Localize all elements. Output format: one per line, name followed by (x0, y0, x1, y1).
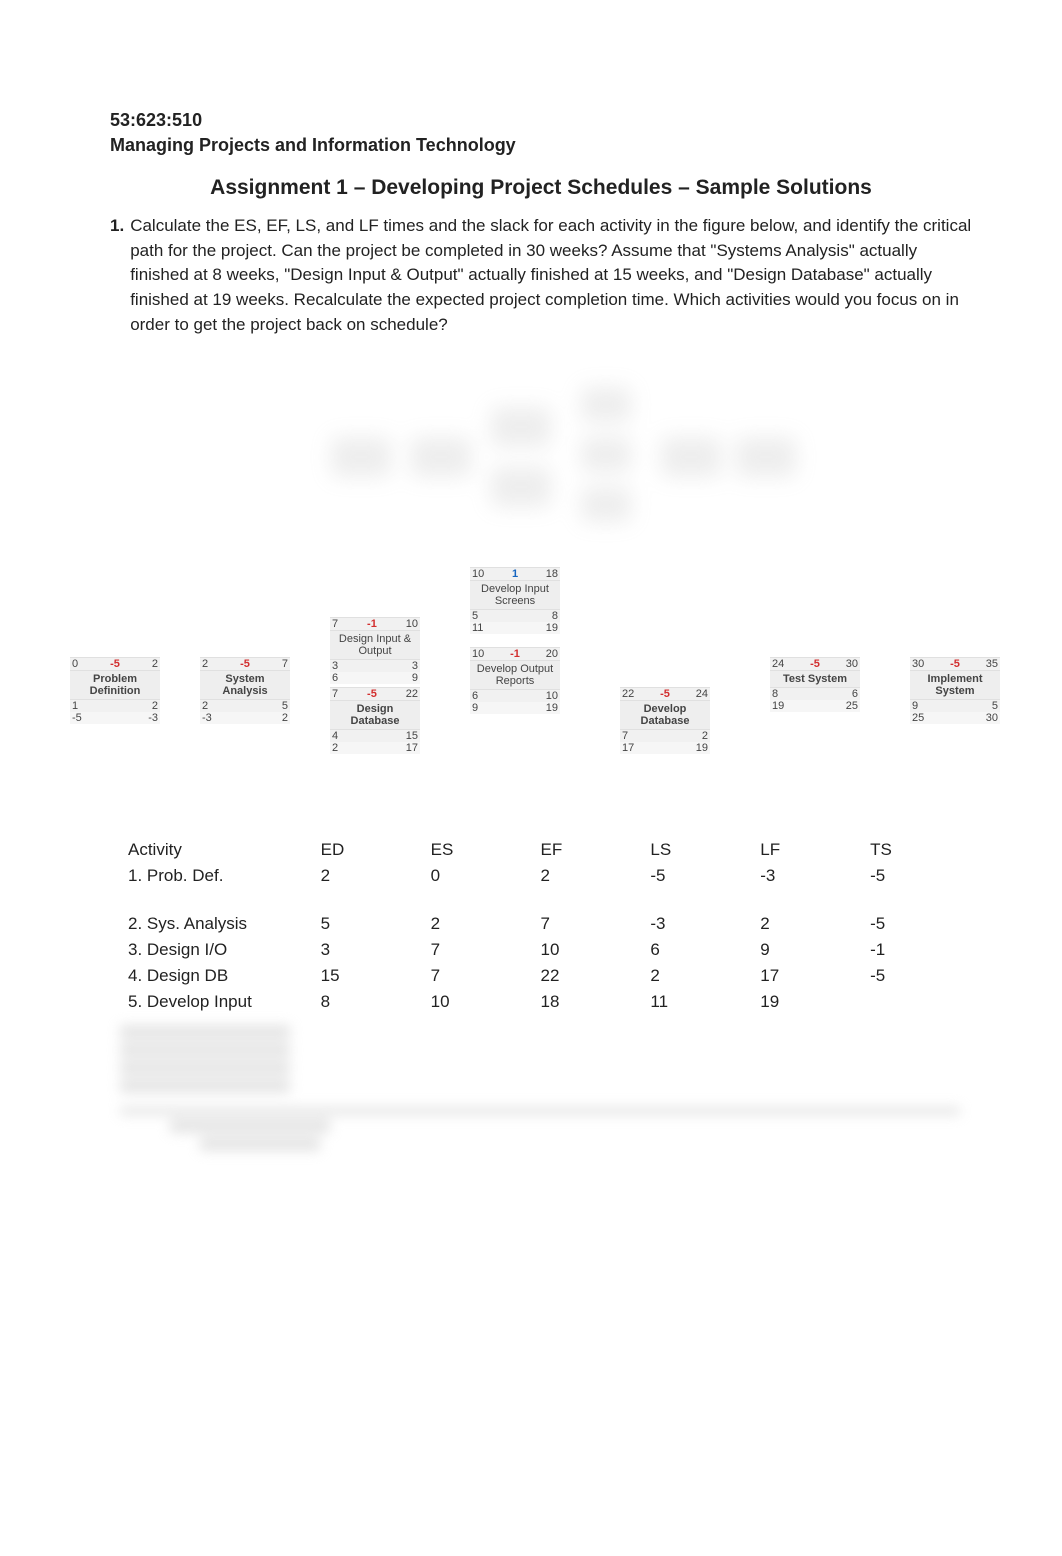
node-system-analysis: 2-57 System Analysis 25 -32 (200, 657, 290, 724)
node-develop-input-screens: 10118 Develop Input Screens 58 1119 (470, 567, 560, 634)
blurred-original-diagram (291, 367, 791, 547)
node-problem-definition: 0-52 Problem Definition 12 -5-3 (70, 657, 160, 724)
node-develop-output-reports: 10-120 Develop Output Reports 610 919 (470, 647, 560, 714)
table-row: 4. Design DB 15 7 22 2 17 -5 (120, 963, 972, 989)
blurred-remaining-content (110, 1025, 972, 1151)
course-code: 53:623:510 (110, 110, 972, 131)
activity-table: Activity ED ES EF LS LF TS 1. Prob. Def.… (120, 837, 972, 1015)
network-diagram: 0-52 Problem Definition 12 -5-3 2-57 Sys… (70, 567, 1030, 807)
node-design-db: 7-522 Design Database 415 217 (330, 687, 420, 754)
table-row: 2. Sys. Analysis 5 2 7 -3 2 -5 (120, 911, 972, 937)
table-row: 1. Prob. Def. 2 0 2 -5 -3 -5 (120, 863, 972, 889)
table-row: 3. Design I/O 3 7 10 6 9 -1 (120, 937, 972, 963)
activity-table-header: Activity ED ES EF LS LF TS (120, 837, 972, 863)
node-implement-system: 30-535 Implement System 95 2530 (910, 657, 1000, 724)
course-title: Managing Projects and Information Techno… (110, 135, 972, 156)
node-design-io: 7-110 Design Input & Output 33 69 (330, 617, 420, 684)
table-row: 5. Develop Input 8 10 18 11 19 (120, 989, 972, 1015)
question-number: 1. (110, 214, 124, 337)
assignment-title: Assignment 1 – Developing Project Schedu… (110, 176, 972, 200)
node-test-system: 24-530 Test System 86 1925 (770, 657, 860, 712)
question-text: Calculate the ES, EF, LS, and LF times a… (130, 214, 972, 337)
node-develop-database: 22-524 Develop Database 72 1719 (620, 687, 710, 754)
